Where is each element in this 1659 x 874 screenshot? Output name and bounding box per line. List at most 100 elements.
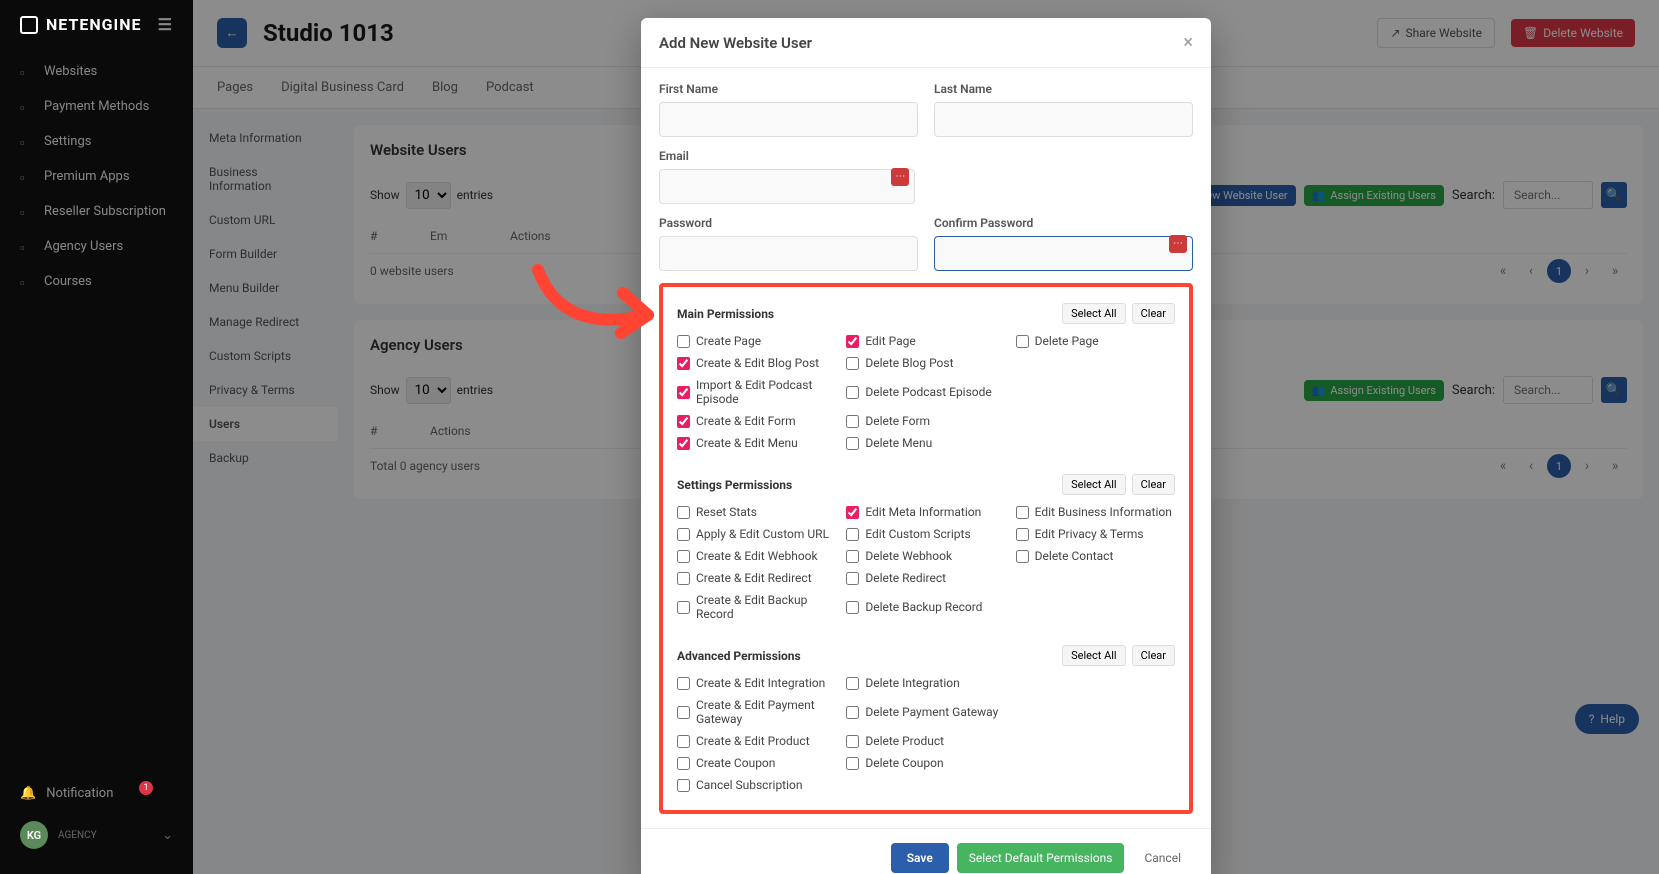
select-default-permissions-button[interactable]: Select Default Permissions <box>957 843 1125 873</box>
permission-item[interactable]: Apply & Edit Custom URL <box>677 525 836 543</box>
permission-item[interactable]: Delete Blog Post <box>846 354 1005 372</box>
permission-checkbox[interactable] <box>677 437 690 450</box>
permission-item[interactable]: Create & Edit Product <box>677 732 836 750</box>
permission-label: Create & Edit Redirect <box>696 571 812 585</box>
permission-item[interactable]: Delete Form <box>846 412 1005 430</box>
permission-item[interactable]: Cancel Subscription <box>677 776 836 794</box>
permission-checkbox[interactable] <box>677 415 690 428</box>
permission-checkbox[interactable] <box>677 386 690 399</box>
permission-checkbox[interactable] <box>677 335 690 348</box>
permission-checkbox[interactable] <box>1016 528 1029 541</box>
confirm-password-input[interactable] <box>934 236 1193 271</box>
permission-item[interactable]: Delete Webhook <box>846 547 1005 565</box>
first-name-input[interactable] <box>659 102 918 137</box>
permission-checkbox[interactable] <box>846 386 859 399</box>
notification-item[interactable]: 🔔 Notification 1 <box>20 776 173 811</box>
select-all-button[interactable]: Select All <box>1062 645 1125 666</box>
permission-checkbox[interactable] <box>846 572 859 585</box>
permission-item[interactable]: Delete Integration <box>846 674 1005 692</box>
permission-item[interactable]: Delete Podcast Episode <box>846 376 1005 408</box>
permission-label: Edit Custom Scripts <box>865 527 970 541</box>
password-manager-icon[interactable]: ⋯ <box>1169 235 1187 253</box>
notification-badge: 1 <box>139 781 153 795</box>
permission-checkbox[interactable] <box>846 757 859 770</box>
permission-item[interactable]: Create & Edit Payment Gateway <box>677 696 836 728</box>
permission-checkbox[interactable] <box>677 735 690 748</box>
permission-checkbox[interactable] <box>677 677 690 690</box>
modal-overlay[interactable]: Add New Website User × First Name Last N… <box>193 0 1659 874</box>
nav-item[interactable]: ▫Reseller Subscription <box>0 194 193 229</box>
permission-item[interactable]: Create & Edit Webhook <box>677 547 836 565</box>
permission-item[interactable]: Delete Backup Record <box>846 591 1005 623</box>
permission-item[interactable]: Delete Page <box>1016 332 1175 350</box>
permission-label: Apply & Edit Custom URL <box>696 527 829 541</box>
permission-item[interactable]: Create & Edit Backup Record <box>677 591 836 623</box>
user-menu[interactable]: KG AGENCY ⌄ <box>20 811 173 859</box>
permission-checkbox[interactable] <box>677 550 690 563</box>
permission-checkbox[interactable] <box>677 357 690 370</box>
permission-item[interactable]: Create & Edit Menu <box>677 434 836 452</box>
password-input[interactable] <box>659 236 918 271</box>
nav-item[interactable]: ▫Agency Users <box>0 229 193 264</box>
permission-label: Create Coupon <box>696 756 775 770</box>
permission-item[interactable]: Delete Contact <box>1016 547 1175 565</box>
nav-item[interactable]: ▫Courses <box>0 264 193 299</box>
permission-item[interactable]: Reset Stats <box>677 503 836 521</box>
save-button[interactable]: Save <box>891 843 949 873</box>
permission-checkbox[interactable] <box>846 735 859 748</box>
select-all-button[interactable]: Select All <box>1062 474 1125 495</box>
permission-label: Delete Podcast Episode <box>865 385 991 399</box>
permission-checkbox[interactable] <box>677 506 690 519</box>
permission-checkbox[interactable] <box>677 779 690 792</box>
clear-button[interactable]: Clear <box>1132 474 1175 495</box>
permission-item[interactable]: Delete Redirect <box>846 569 1005 587</box>
nav-item[interactable]: ▫Payment Methods <box>0 89 193 124</box>
permission-item[interactable]: Import & Edit Podcast Episode <box>677 376 836 408</box>
cancel-button[interactable]: Cancel <box>1132 843 1193 873</box>
permission-item[interactable]: Edit Meta Information <box>846 503 1005 521</box>
clear-button[interactable]: Clear <box>1132 645 1175 666</box>
permission-item[interactable]: Create Page <box>677 332 836 350</box>
select-all-button[interactable]: Select All <box>1062 303 1125 324</box>
permission-checkbox[interactable] <box>846 357 859 370</box>
permission-checkbox[interactable] <box>846 437 859 450</box>
permission-checkbox[interactable] <box>846 706 859 719</box>
permission-item[interactable]: Create & Edit Redirect <box>677 569 836 587</box>
permission-item[interactable]: Edit Business Information <box>1016 503 1175 521</box>
permission-item[interactable]: Edit Privacy & Terms <box>1016 525 1175 543</box>
permission-checkbox[interactable] <box>846 528 859 541</box>
permission-checkbox[interactable] <box>846 601 859 614</box>
permission-item[interactable]: Delete Menu <box>846 434 1005 452</box>
permission-item[interactable]: Edit Custom Scripts <box>846 525 1005 543</box>
permission-checkbox[interactable] <box>677 528 690 541</box>
permission-checkbox[interactable] <box>1016 506 1029 519</box>
permission-item[interactable]: Create & Edit Blog Post <box>677 354 836 372</box>
permission-item[interactable]: Edit Page <box>846 332 1005 350</box>
permission-item[interactable]: Create & Edit Integration <box>677 674 836 692</box>
hamburger-icon[interactable]: ☰ <box>158 15 173 34</box>
password-manager-icon[interactable]: ⋯ <box>891 168 909 186</box>
permission-checkbox[interactable] <box>677 706 690 719</box>
nav-item[interactable]: ▫Websites <box>0 54 193 89</box>
clear-button[interactable]: Clear <box>1132 303 1175 324</box>
permission-item[interactable]: Delete Payment Gateway <box>846 696 1005 728</box>
permission-checkbox[interactable] <box>846 506 859 519</box>
permission-item[interactable]: Create Coupon <box>677 754 836 772</box>
permission-checkbox[interactable] <box>677 757 690 770</box>
email-input[interactable] <box>659 169 915 204</box>
permission-checkbox[interactable] <box>1016 335 1029 348</box>
permission-checkbox[interactable] <box>846 415 859 428</box>
permission-checkbox[interactable] <box>846 677 859 690</box>
nav-item[interactable]: ▫Settings <box>0 124 193 159</box>
close-button[interactable]: × <box>1183 32 1193 53</box>
permission-item[interactable]: Delete Product <box>846 732 1005 750</box>
permission-checkbox[interactable] <box>677 601 690 614</box>
nav-item[interactable]: ▫Premium Apps <box>0 159 193 194</box>
permission-item[interactable]: Create & Edit Form <box>677 412 836 430</box>
permission-checkbox[interactable] <box>846 550 859 563</box>
permission-checkbox[interactable] <box>677 572 690 585</box>
last-name-input[interactable] <box>934 102 1193 137</box>
permission-item[interactable]: Delete Coupon <box>846 754 1005 772</box>
permission-checkbox[interactable] <box>1016 550 1029 563</box>
permission-checkbox[interactable] <box>846 335 859 348</box>
